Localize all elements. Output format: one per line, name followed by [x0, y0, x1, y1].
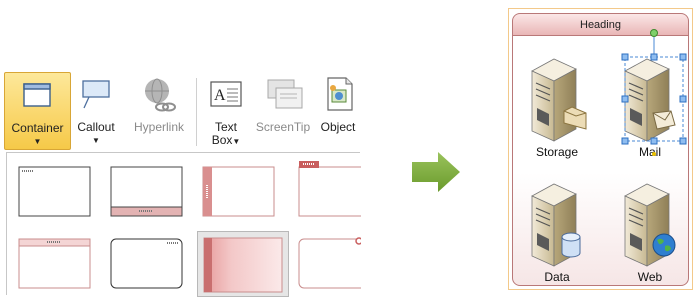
- container-style-thumbnail: [110, 166, 183, 217]
- server-icon: [624, 183, 670, 267]
- container-style-gallery: [6, 152, 370, 297]
- text-box-label-box: Box: [211, 133, 233, 147]
- server-icon: [531, 183, 577, 267]
- screentip-label: ScreenTip: [255, 120, 311, 134]
- callout-icon: [82, 80, 110, 109]
- object-button[interactable]: Object: [316, 72, 360, 150]
- gallery-item[interactable]: [109, 165, 184, 218]
- container-style-thumbnail: [110, 238, 183, 289]
- container-style-thumbnail: [18, 238, 91, 289]
- insert-ribbon-group: Container ▼ Callout ▼ Hyperlink A Text B…: [4, 72, 370, 297]
- text-box-button[interactable]: A Text Box▼: [204, 72, 248, 150]
- gallery-item[interactable]: [17, 237, 92, 290]
- container-shape[interactable]: Heading Storage Mail Data Web: [508, 8, 693, 290]
- screentip-button[interactable]: ScreenTip: [252, 72, 314, 150]
- ribbon-separator: [196, 78, 197, 146]
- container-button[interactable]: Container ▼: [4, 72, 71, 150]
- container-icon: [23, 83, 51, 107]
- hyperlink-label: Hyperlink: [133, 120, 184, 134]
- gallery-item[interactable]: [201, 165, 276, 218]
- gallery-item[interactable]: [293, 159, 370, 217]
- web-server-shape[interactable]: Web: [615, 178, 685, 288]
- object-label: Object: [320, 120, 356, 134]
- arrow-right-icon: [412, 152, 460, 192]
- container-label: Container: [11, 121, 64, 135]
- text-box-icon: A: [210, 81, 242, 107]
- object-icon: [327, 77, 353, 111]
- callout-button[interactable]: Callout ▼: [73, 72, 119, 150]
- container-style-thumbnail: [202, 166, 275, 217]
- data-server-shape[interactable]: Data: [522, 178, 592, 288]
- screentip-icon: [267, 79, 303, 109]
- server-label: Web: [637, 270, 663, 284]
- gallery-item[interactable]: [109, 237, 184, 290]
- container-style-thumbnail: [298, 161, 370, 217]
- globe-icon: [652, 233, 676, 257]
- chevron-down-icon: ▼: [92, 136, 100, 145]
- chevron-down-icon: ▼: [232, 137, 241, 146]
- gallery-item-selected[interactable]: [197, 231, 289, 297]
- text-box-label: Text: [214, 120, 237, 134]
- hyperlink-button[interactable]: Hyperlink: [130, 72, 188, 150]
- hyperlink-icon: [145, 78, 176, 112]
- callout-label: Callout: [77, 120, 115, 134]
- text-box-label-line2: Box▼: [204, 134, 248, 148]
- container-style-thumbnail: [18, 166, 91, 217]
- chevron-down-icon: ▼: [33, 137, 42, 146]
- server-label: Data: [544, 270, 570, 284]
- svg-text:A: A: [214, 87, 226, 104]
- container-style-thumbnail: [298, 237, 370, 289]
- gallery-item[interactable]: [17, 165, 92, 218]
- gallery-item[interactable]: [293, 237, 370, 290]
- database-icon: [561, 232, 581, 258]
- container-style-thumbnail: [203, 237, 283, 293]
